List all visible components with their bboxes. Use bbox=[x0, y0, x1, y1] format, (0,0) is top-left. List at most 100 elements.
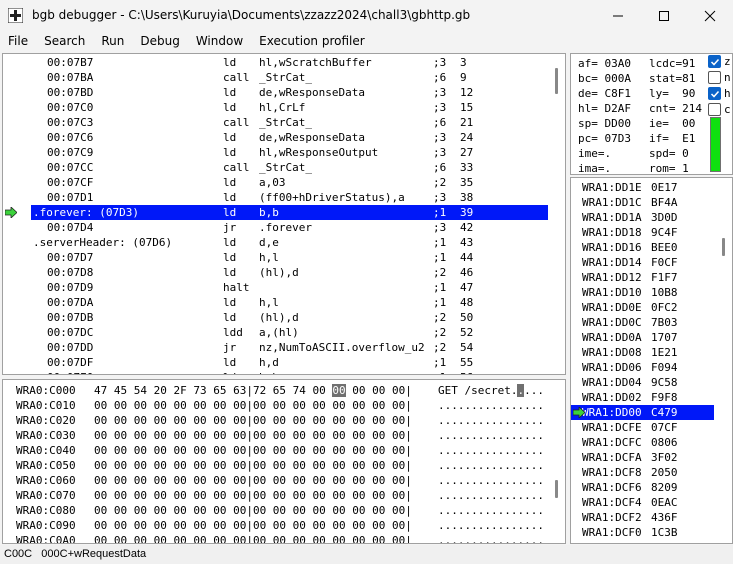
menu-execution-profiler[interactable]: Execution profiler bbox=[251, 31, 373, 52]
disassembly-row[interactable]: 00:07CC call _StrCat_ ;6 33 bbox=[3, 160, 547, 175]
instruction-operands: hl,CrLf bbox=[259, 101, 306, 114]
stack-row[interactable]: WRA1:DCF8 2050 bbox=[571, 465, 714, 480]
minimize-button[interactable] bbox=[595, 0, 641, 31]
io-register-value: stat=81 bbox=[649, 72, 696, 85]
stack-row[interactable]: WRA1:DD0A 1707 bbox=[571, 330, 714, 345]
stack-row[interactable]: WRA1:DCFC 0806 bbox=[571, 435, 714, 450]
hex-bytes: 00 00 00| bbox=[345, 384, 412, 397]
stack-address: WRA1:DCF2 bbox=[582, 511, 642, 524]
scrollbar-thumb[interactable] bbox=[555, 480, 558, 498]
disassembly-row[interactable]: 00:07DA ld h,l ;1 48 bbox=[3, 295, 547, 310]
maximize-button[interactable] bbox=[641, 0, 687, 31]
disassembly-row[interactable]: 00:07D8 ld (hl),d ;2 46 bbox=[3, 265, 547, 280]
menu-run[interactable]: Run bbox=[93, 31, 132, 52]
stack-row[interactable]: WRA1:DCF6 8209 bbox=[571, 480, 714, 495]
memory-row[interactable]: WRA0:C0A0 00 00 00 00 00 00 00 00|00 00 0… bbox=[3, 533, 547, 543]
stack-row[interactable]: WRA1:DCF0 1C3B bbox=[571, 525, 714, 540]
memory-row[interactable]: WRA0:C090 00 00 00 00 00 00 00 00|00 00 0… bbox=[3, 518, 547, 533]
disassembly-row[interactable]: 00:07D7 ld h,l ;1 44 bbox=[3, 250, 547, 265]
memory-row[interactable]: WRA0:C030 00 00 00 00 00 00 00 00|00 00 0… bbox=[3, 428, 547, 443]
stack-row[interactable]: WRA1:DD0C 7B03 bbox=[571, 315, 714, 330]
menu-file[interactable]: File bbox=[0, 31, 36, 52]
disassembly-row[interactable]: 00:07CF ld a,03 ;2 35 bbox=[3, 175, 547, 190]
stack-row[interactable]: WRA1:DCF2 436F bbox=[571, 510, 714, 525]
memory-address: WRA0:C060 bbox=[16, 474, 76, 487]
cycle-count: ;3 bbox=[433, 56, 447, 69]
memory-pane[interactable]: WRA0:C000 47 45 54 20 2F 73 65 63|72 65 7… bbox=[2, 379, 566, 544]
disassembly-row[interactable]: 00:07DD jr nz,NumToASCII.overflow_u2 ;2 54 bbox=[3, 340, 547, 355]
memory-row[interactable]: WRA0:C010 00 00 00 00 00 00 00 00|00 00 0… bbox=[3, 398, 547, 413]
stack-address: WRA1:DD1C bbox=[582, 196, 642, 209]
disassembly-row[interactable]: 00:07E0 ld h,h ;1 56 bbox=[3, 370, 547, 374]
stack-row[interactable]: WRA1:DD02 F9F8 bbox=[571, 390, 714, 405]
stack-row[interactable]: WRA1:DD14 F0CF bbox=[571, 255, 714, 270]
stack-row[interactable]: WRA1:DD1E 0E17 bbox=[571, 180, 714, 195]
stack-row[interactable]: WRA1:DCF4 0EAC bbox=[571, 495, 714, 510]
scrollbar-thumb[interactable] bbox=[722, 238, 725, 256]
memory-row[interactable]: WRA0:C070 00 00 00 00 00 00 00 00|00 00 0… bbox=[3, 488, 547, 503]
memory-row[interactable]: WRA0:C040 00 00 00 00 00 00 00 00|00 00 0… bbox=[3, 443, 547, 458]
stack-row[interactable]: WRA1:DD00 C479 bbox=[571, 405, 714, 420]
register-value: pc= 07D3 bbox=[578, 132, 631, 145]
disassembly-row[interactable]: 00:07DB ld (hl),d ;2 50 bbox=[3, 310, 547, 325]
memory-row[interactable]: WRA0:C000 47 45 54 20 2F 73 65 63|72 65 7… bbox=[3, 383, 547, 398]
disassembly-scrollbar[interactable] bbox=[548, 54, 565, 374]
disassembly-row[interactable]: .forever: (07D3) ld b,b ;1 39 bbox=[31, 205, 549, 220]
instruction-address: 00:07D9 bbox=[47, 281, 94, 294]
memory-row[interactable]: WRA0:C080 00 00 00 00 00 00 00 00|00 00 0… bbox=[3, 503, 547, 518]
memory-row[interactable]: WRA0:C020 00 00 00 00 00 00 00 00|00 00 0… bbox=[3, 413, 547, 428]
disassembly-row[interactable]: 00:07D4 jr .forever ;3 42 bbox=[3, 220, 547, 235]
registers-pane: af= 03A0 bc= 000A de= C8F1 hl= D2AF sp= DD00… bbox=[570, 53, 733, 175]
cumulative-cycles: 50 bbox=[460, 311, 474, 324]
stack-row[interactable]: WRA1:DD1C BF4A bbox=[571, 195, 714, 210]
disassembly-row[interactable]: 00:07C9 ld hl,wResponseOutput ;3 27 bbox=[3, 145, 547, 160]
stack-scrollbar[interactable] bbox=[715, 178, 732, 543]
flag-n-checkbox[interactable] bbox=[708, 71, 721, 84]
stack-address: WRA1:DD02 bbox=[582, 391, 642, 404]
close-button[interactable] bbox=[687, 0, 733, 31]
scrollbar-thumb[interactable] bbox=[555, 68, 558, 94]
stack-row[interactable]: WRA1:DCFA 3F02 bbox=[571, 450, 714, 465]
disassembly-row[interactable]: .serverHeader: (07D6) ld d,e ;1 43 bbox=[3, 235, 547, 250]
stack-row[interactable]: WRA1:DD06 F094 bbox=[571, 360, 714, 375]
stack-row[interactable]: WRA1:DD18 9C4F bbox=[571, 225, 714, 240]
flag-h-checkbox[interactable] bbox=[708, 87, 721, 100]
disassembly-row[interactable]: 00:07DF ld h,d ;1 55 bbox=[3, 355, 547, 370]
flag-c-checkbox[interactable] bbox=[708, 103, 721, 116]
disassembly-row[interactable]: 00:07BD ld de,wResponseData ;3 12 bbox=[3, 85, 547, 100]
menu-window[interactable]: Window bbox=[188, 31, 251, 52]
stack-row[interactable]: WRA1:DD12 F1F7 bbox=[571, 270, 714, 285]
register-value: af= 03A0 bbox=[578, 57, 631, 70]
stack-row[interactable]: WRA1:DD08 1E21 bbox=[571, 345, 714, 360]
stack-pane[interactable]: WRA1:DD1E 0E17 WRA1:DD1C BF4A WRA1:DD1A 3D0D W… bbox=[570, 177, 733, 544]
disassembly-row[interactable]: 00:07DC ldd a,(hl) ;2 52 bbox=[3, 325, 547, 340]
cursor-byte[interactable]: 00 bbox=[332, 384, 346, 397]
stack-row[interactable]: WRA1:DD16 BEE0 bbox=[571, 240, 714, 255]
gamepad-icon bbox=[8, 8, 23, 23]
stack-row[interactable]: WRA1:DCFE 07CF bbox=[571, 420, 714, 435]
menu-search[interactable]: Search bbox=[36, 31, 93, 52]
memory-hex-bytes: 00 00 00 00 00 00 00 00|00 00 00 00 00 0… bbox=[94, 443, 412, 458]
stack-row[interactable]: WRA1:DCEE D054 bbox=[571, 540, 714, 543]
stack-row[interactable]: WRA1:DD0E 0FC2 bbox=[571, 300, 714, 315]
disassembly-row[interactable]: 00:07C0 ld hl,CrLf ;3 15 bbox=[3, 100, 547, 115]
menu-debug[interactable]: Debug bbox=[132, 31, 187, 52]
memory-scrollbar[interactable] bbox=[548, 380, 565, 543]
disassembly-row[interactable]: 00:07D1 ld (ff00+hDriverStatus),a ;3 38 bbox=[3, 190, 547, 205]
disassembly-row[interactable]: 00:07D9 halt ;1 47 bbox=[3, 280, 547, 295]
stack-row[interactable]: WRA1:DD1A 3D0D bbox=[571, 210, 714, 225]
current-position-arrow-icon bbox=[5, 207, 17, 218]
stack-row[interactable]: WRA1:DD10 10B8 bbox=[571, 285, 714, 300]
instruction-mnemonic: ld bbox=[223, 146, 237, 159]
disassembly-row[interactable]: 00:07BA call _StrCat_ ;6 9 bbox=[3, 70, 547, 85]
memory-row[interactable]: WRA0:C050 00 00 00 00 00 00 00 00|00 00 0… bbox=[3, 458, 547, 473]
stack-row[interactable]: WRA1:DD04 9C58 bbox=[571, 375, 714, 390]
memory-row[interactable]: WRA0:C060 00 00 00 00 00 00 00 00|00 00 0… bbox=[3, 473, 547, 488]
maximize-icon bbox=[659, 11, 669, 21]
stack-value: F0CF bbox=[651, 256, 678, 269]
flag-z-checkbox[interactable] bbox=[708, 55, 721, 68]
disassembly-pane[interactable]: 00:07B7 ld hl,wScratchBuffer ;3 3 00:07BA call… bbox=[2, 53, 566, 375]
disassembly-row[interactable]: 00:07C6 ld de,wResponseData ;3 24 bbox=[3, 130, 547, 145]
disassembly-row[interactable]: 00:07C3 call _StrCat_ ;6 21 bbox=[3, 115, 547, 130]
disassembly-row[interactable]: 00:07B7 ld hl,wScratchBuffer ;3 3 bbox=[3, 55, 547, 70]
